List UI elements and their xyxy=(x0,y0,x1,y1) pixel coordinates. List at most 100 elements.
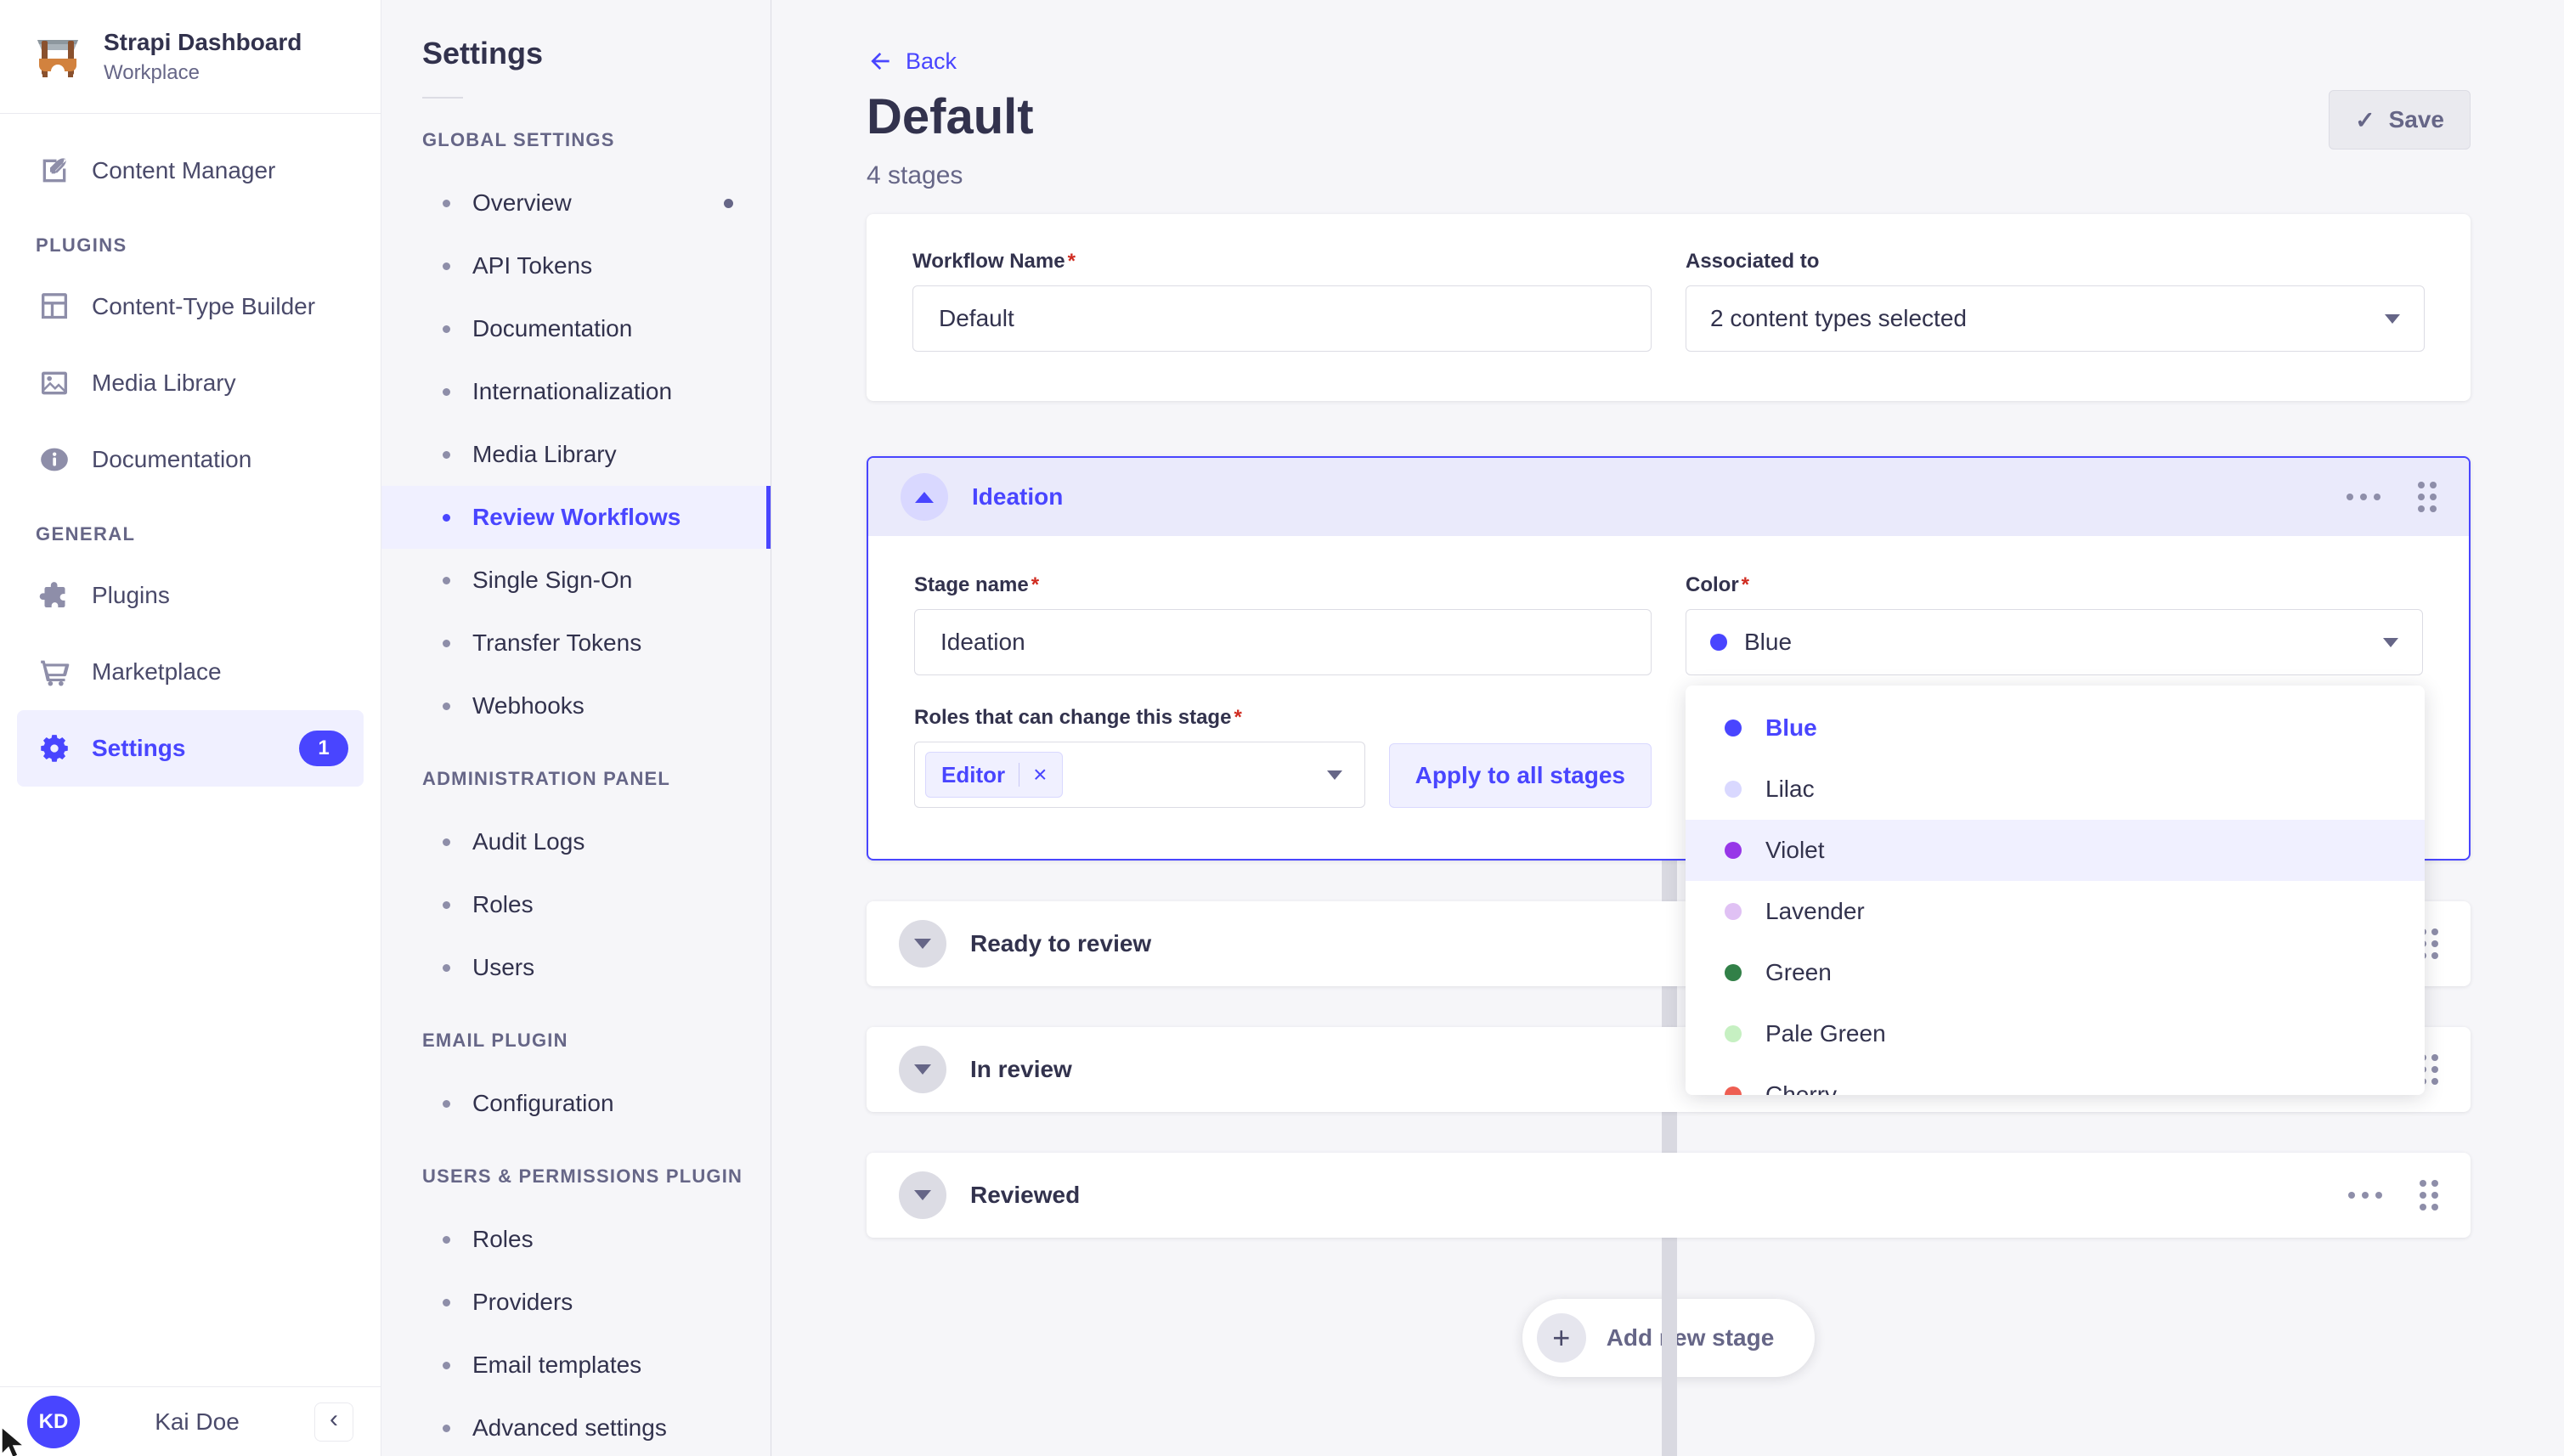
sidebar-item-settings[interactable]: Settings 1 xyxy=(17,710,364,787)
subnav-item-up-providers[interactable]: Providers xyxy=(381,1271,771,1334)
subnav-item-webhooks[interactable]: Webhooks xyxy=(381,674,771,737)
sidebar-item-documentation[interactable]: Documentation xyxy=(17,421,364,498)
expand-stage-button[interactable] xyxy=(899,1046,946,1093)
subnav-item-admin-roles[interactable]: Roles xyxy=(381,873,771,936)
color-swatch xyxy=(1725,842,1742,859)
plugins-icon xyxy=(36,577,73,614)
subnav-item-transfer-tokens[interactable]: Transfer Tokens xyxy=(381,612,771,674)
caret-down-icon xyxy=(1327,770,1342,780)
required-marker: * xyxy=(1234,706,1241,730)
subnav-title: Settings xyxy=(381,36,771,71)
subnav-item-documentation[interactable]: Documentation xyxy=(381,297,771,360)
color-dropdown: Blue Lilac Violet Lavender Green xyxy=(1686,686,2425,1095)
bullet-icon xyxy=(443,964,450,972)
brand-header[interactable]: Strapi Dashboard Workplace xyxy=(0,0,381,114)
stage-card-reviewed[interactable]: Reviewed xyxy=(867,1153,2471,1238)
stage-header-ideation[interactable]: Ideation xyxy=(868,458,2469,536)
main-content: Back Default ✓ Save 4 stages Workflow Na… xyxy=(771,0,2564,1456)
color-swatch xyxy=(1725,964,1742,981)
subnav-item-internationalization[interactable]: Internationalization xyxy=(381,360,771,423)
user-avatar[interactable]: KD xyxy=(27,1396,80,1448)
expand-stage-button[interactable] xyxy=(899,1171,946,1219)
workflow-name-input[interactable] xyxy=(912,285,1652,352)
expand-stage-button[interactable] xyxy=(899,920,946,968)
required-marker: * xyxy=(1031,573,1039,597)
stage-more-menu-icon[interactable] xyxy=(2348,1192,2382,1199)
subnav-item-up-email-templates[interactable]: Email templates xyxy=(381,1334,771,1397)
subnav-section-email-plugin: EMAIL PLUGIN xyxy=(381,1009,771,1072)
color-option-blue[interactable]: Blue xyxy=(1686,697,2425,759)
sidebar-nav: Content Manager PLUGINS Content-Type Bui… xyxy=(0,114,381,1386)
subnav-item-admin-users[interactable]: Users xyxy=(381,936,771,999)
bullet-icon xyxy=(443,262,450,270)
triangle-down-icon xyxy=(914,1064,931,1075)
color-option-lavender[interactable]: Lavender xyxy=(1686,881,2425,942)
subnav-item-review-workflows[interactable]: Review Workflows xyxy=(381,486,771,549)
documentation-icon xyxy=(36,441,73,478)
bullet-icon xyxy=(443,703,450,710)
bullet-icon xyxy=(443,640,450,647)
workflow-name-label: Workflow Name* xyxy=(912,250,1652,274)
sidebar-section-general: GENERAL xyxy=(17,523,364,545)
subnav-item-email-configuration[interactable]: Configuration xyxy=(381,1072,771,1135)
content-type-builder-icon xyxy=(36,288,73,325)
subnav-item-overview[interactable]: Overview xyxy=(381,172,771,234)
sidebar-item-plugins[interactable]: Plugins xyxy=(17,557,364,634)
sidebar-item-marketplace[interactable]: Marketplace xyxy=(17,634,364,710)
stage-drag-handle-icon[interactable] xyxy=(2418,482,2437,512)
media-library-icon xyxy=(36,364,73,402)
bullet-icon xyxy=(443,1100,450,1108)
bullet-icon xyxy=(443,325,450,333)
workplace-logo-icon xyxy=(31,30,85,84)
color-option-green[interactable]: Green xyxy=(1686,942,2425,1003)
collapse-stage-button[interactable] xyxy=(901,473,948,521)
subnav-section-global-settings: GLOBAL SETTINGS xyxy=(381,109,771,172)
remove-role-icon[interactable]: × xyxy=(1033,763,1047,787)
subnav-item-media-library[interactable]: Media Library xyxy=(381,423,771,486)
stage-drag-handle-icon[interactable] xyxy=(2420,1180,2438,1211)
sidebar-item-content-manager[interactable]: Content Manager xyxy=(17,133,364,209)
stage-color-select[interactable]: Blue xyxy=(1686,609,2423,675)
bullet-icon xyxy=(443,1425,450,1432)
save-button[interactable]: ✓ Save xyxy=(2329,90,2471,150)
required-marker: * xyxy=(1068,250,1076,274)
user-name: Kai Doe xyxy=(127,1408,267,1436)
back-link[interactable]: Back xyxy=(867,48,957,75)
color-swatch xyxy=(1725,781,1742,798)
caret-down-icon xyxy=(2385,314,2400,324)
bullet-icon xyxy=(443,451,450,459)
subnav-item-up-roles[interactable]: Roles xyxy=(381,1208,771,1271)
subnav-item-single-sign-on[interactable]: Single Sign-On xyxy=(381,549,771,612)
color-option-cherry[interactable]: Cherry xyxy=(1686,1064,2425,1095)
subnav-item-up-advanced-settings[interactable]: Advanced settings xyxy=(381,1397,771,1456)
stage-more-menu-icon[interactable] xyxy=(2347,494,2380,500)
color-option-pale-green[interactable]: Pale Green xyxy=(1686,1003,2425,1064)
associated-to-label: Associated to xyxy=(1686,250,2425,274)
brand-subtitle: Workplace xyxy=(104,61,302,85)
settings-badge: 1 xyxy=(299,731,348,766)
subnav-section-users-permissions: USERS & PERMISSIONS PLUGIN xyxy=(381,1145,771,1208)
color-option-lilac[interactable]: Lilac xyxy=(1686,759,2425,820)
sidebar-item-label: Content-Type Builder xyxy=(92,293,315,320)
color-swatch xyxy=(1725,720,1742,736)
associated-to-select[interactable]: 2 content types selected xyxy=(1686,285,2425,352)
apply-to-all-stages-button[interactable]: Apply to all stages xyxy=(1389,743,1652,808)
subnav-section-administration-panel: ADMINISTRATION PANEL xyxy=(381,748,771,810)
stage-name-input[interactable] xyxy=(914,609,1652,675)
subnav-item-audit-logs[interactable]: Audit Logs xyxy=(381,810,771,873)
overview-notification-dot xyxy=(724,199,733,208)
subnav-item-api-tokens[interactable]: API Tokens xyxy=(381,234,771,297)
sidebar-item-media-library[interactable]: Media Library xyxy=(17,345,364,421)
color-option-violet[interactable]: Violet xyxy=(1686,820,2425,881)
triangle-down-icon xyxy=(914,939,931,949)
content-manager-icon xyxy=(36,152,73,189)
sidebar-collapse-button[interactable]: ‹ xyxy=(314,1402,353,1442)
sidebar-item-content-type-builder[interactable]: Content-Type Builder xyxy=(17,268,364,345)
sidebar-item-label: Media Library xyxy=(92,370,236,397)
stage-roles-select[interactable]: Editor × xyxy=(914,742,1365,808)
color-swatch xyxy=(1725,1025,1742,1042)
brand-title: Strapi Dashboard xyxy=(104,29,302,56)
triangle-down-icon xyxy=(914,1190,931,1200)
bullet-icon xyxy=(443,1236,450,1244)
stage-title: Ready to review xyxy=(970,930,1151,957)
